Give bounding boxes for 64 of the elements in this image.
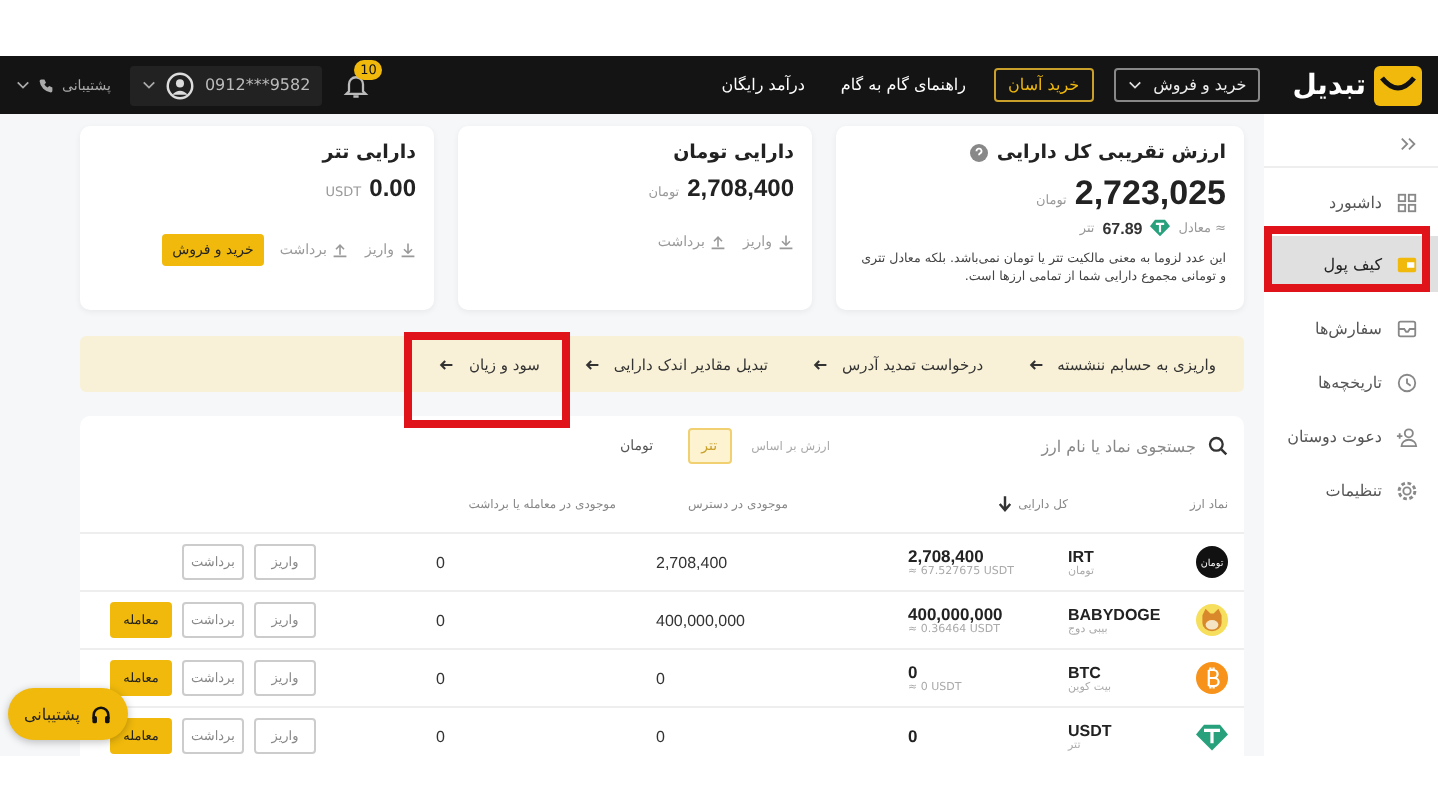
table-cell-text: 0 (654, 669, 667, 687)
total-value: 2,723,025 (1074, 174, 1226, 214)
sidebar-item[interactable]: تنظیمات (1264, 464, 1438, 518)
sidebar-item[interactable]: سفارش‌ها (1264, 302, 1438, 356)
card-title: دارایی تتر (322, 142, 416, 164)
logo-icon (1374, 65, 1422, 105)
caret-icon[interactable] (16, 80, 30, 90)
balance-value: 2,708,400 (687, 174, 794, 202)
card-title: ارزش تقریبی کل دارایی (996, 142, 1226, 164)
balance-value: 0.00 (369, 174, 416, 202)
arrow-icon (812, 357, 829, 371)
card-title: دارایی تومان (673, 142, 794, 164)
download-icon (778, 234, 794, 250)
nav-link[interactable]: درآمد رایگان (721, 76, 805, 94)
phone-icon (38, 77, 54, 93)
table-cell-text: 0 (434, 611, 447, 629)
table-cell-text: 0 (434, 669, 447, 687)
approx-value: 67.89 (1102, 219, 1143, 237)
add-user-icon (1396, 426, 1418, 448)
help-icon[interactable] (970, 144, 989, 162)
tether-icon (1150, 218, 1171, 238)
upload-icon (332, 242, 349, 258)
user-icon (166, 71, 195, 99)
bell-icon[interactable] (342, 71, 371, 99)
table-cell-text: 400,000,000 (654, 611, 747, 629)
arrow-icon (438, 357, 455, 371)
download-icon (400, 242, 416, 258)
dog-coin-icon (1196, 604, 1228, 636)
table-cell-text: 2,708,400 (654, 553, 730, 571)
logo-text[interactable]: تبدیل (1292, 69, 1366, 101)
coin-symbol: BABYDOGE (1068, 605, 1161, 623)
coin-symbol: IRT (1068, 547, 1094, 565)
caret-icon (1127, 80, 1142, 90)
grid-icon (1396, 192, 1418, 214)
sort-icon[interactable] (998, 496, 1013, 512)
headphones-icon (89, 703, 112, 725)
coin-symbol: BTC (1068, 663, 1101, 681)
collapse-icon[interactable] (1400, 136, 1418, 152)
table-cell: 0 (908, 662, 918, 682)
sidebar-item[interactable]: دعوت دوستان (1264, 410, 1438, 464)
nav-button[interactable]: خرید آسان (994, 68, 1094, 102)
search-icon (1208, 436, 1228, 456)
wallet-icon (1396, 253, 1418, 275)
table-cell: 2,708,400 (908, 546, 984, 566)
arrow-icon (583, 357, 600, 371)
table-cell: 0 (908, 726, 918, 746)
history-icon (1396, 372, 1418, 394)
nav-dropdown[interactable]: خرید و فروش (1113, 68, 1261, 102)
table-cell-text: 0 (654, 727, 667, 745)
nav-link[interactable]: راهنمای گام به گام (840, 76, 966, 94)
coin-symbol: USDT (1068, 721, 1112, 739)
arrow-icon (1027, 357, 1044, 371)
upload-icon (710, 234, 727, 250)
table-cell-text: 0 (434, 553, 447, 571)
bitcoin-icon (1196, 662, 1228, 694)
settings-icon (1396, 480, 1418, 502)
sidebar-item[interactable]: تاریخچه‌ها (1264, 356, 1438, 410)
account-menu[interactable]: 0912***9582 (130, 65, 323, 105)
table-cell: 400,000,000 (908, 604, 1003, 624)
search-field[interactable]: جستجوی نماد یا نام ارز (878, 435, 1228, 457)
inbox-icon (1396, 318, 1418, 340)
sidebar-item[interactable]: داشبورد (1264, 176, 1438, 230)
caret-icon (142, 80, 157, 90)
table-cell-text: 0 (434, 727, 447, 745)
